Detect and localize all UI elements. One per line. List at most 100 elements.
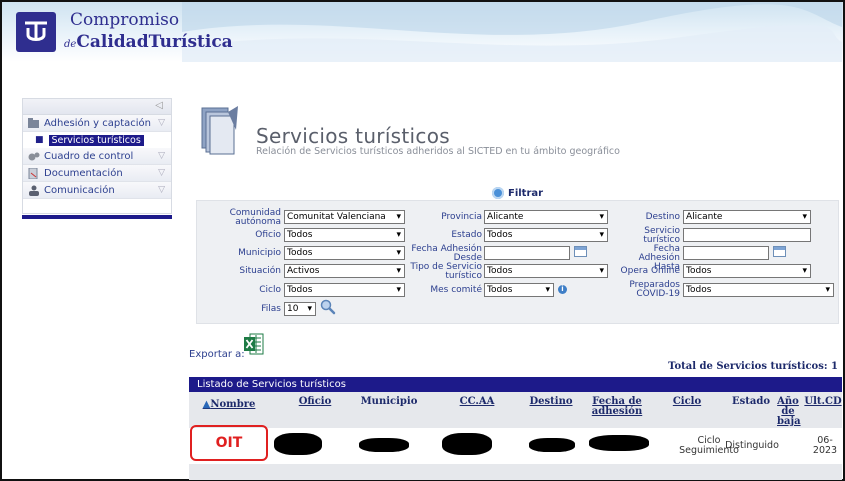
chevron-down-icon: ▾ <box>396 266 401 276</box>
redacted-fecha <box>589 435 649 451</box>
chevron-down-icon: ▽ <box>158 185 165 195</box>
redacted-municipio <box>359 438 409 452</box>
situacion-label: Situación <box>239 266 281 276</box>
servicio-turistico-label: Servicio turístico <box>643 226 680 245</box>
calendar-icon[interactable] <box>773 246 786 257</box>
cell-ult-cd: 06-2023 <box>812 435 838 456</box>
column-header-fecha-adhesion[interactable]: Fecha de adhesión <box>585 397 649 417</box>
folder-icon <box>28 117 39 128</box>
column-header-ccaa[interactable]: CC.AA <box>447 397 507 407</box>
chevron-down-icon: ▽ <box>158 168 165 178</box>
sidebar-bottom-bar <box>22 215 172 219</box>
cell-estado: Distinguido <box>725 440 779 451</box>
servicio-turistico-input[interactable] <box>683 228 811 242</box>
column-header-nombre[interactable]: ▲Nombre <box>199 400 259 410</box>
oficio-select[interactable]: Todos ▾ <box>284 228 405 242</box>
sidebar-item-adhesion[interactable]: Adhesión y captación ▽ <box>23 115 171 132</box>
mes-comite-label: Mes comité <box>430 285 482 295</box>
sidebar-item-servicios-turisticos[interactable]: ■ Servicios turísticos <box>23 132 171 148</box>
destino-value: Alicante <box>686 212 723 222</box>
chevron-down-icon: ▾ <box>545 285 550 295</box>
column-header-oficio[interactable]: Oficio <box>285 397 345 407</box>
covid-label: Preparados COVID-19 <box>629 280 680 299</box>
site-header: Compromiso deCalidadTurística <box>2 0 843 62</box>
services-table: Listado de Servicios turísticos ▲Nombre … <box>189 377 842 480</box>
provincia-value: Alicante <box>487 212 524 222</box>
destino-select[interactable]: Alicante ▾ <box>683 210 811 224</box>
situacion-value: Activos <box>287 266 320 276</box>
filter-toggle-button[interactable]: Filtrar <box>492 187 543 199</box>
mes-comite-select[interactable]: Todos ▾ <box>484 283 554 297</box>
oficio-label: Oficio <box>255 230 281 240</box>
filter-toggle-label: Filtrar <box>508 187 544 199</box>
chevron-down-icon: ▾ <box>599 230 604 240</box>
destino-label: Destino <box>645 212 680 222</box>
fecha-desde-label: Fecha Adhesión Desde <box>411 244 482 263</box>
chevron-down-icon: ▾ <box>396 285 401 295</box>
opera-online-select[interactable]: Todos ▾ <box>683 264 811 278</box>
municipio-select[interactable]: Todos ▾ <box>284 246 405 260</box>
chevron-down-icon: ▾ <box>599 212 604 222</box>
cell-nombre: OIT <box>215 435 243 451</box>
estado-label: Estado <box>451 230 482 240</box>
chevron-down-icon: ▾ <box>802 212 807 222</box>
comunidad-label: Comunidad autónoma <box>229 208 281 227</box>
estado-select[interactable]: Todos ▾ <box>484 228 608 242</box>
opera-online-value: Todos <box>686 266 712 276</box>
brand-main: CalidadTurística <box>76 32 233 52</box>
comunidad-value: Comunitat Valenciana <box>287 212 386 222</box>
brand-logo-icon[interactable] <box>16 12 56 52</box>
table-row-empty <box>189 464 842 480</box>
column-header-ultcd[interactable]: Ult.CD <box>803 397 843 407</box>
sidebar-item-label: Comunicación <box>44 184 115 196</box>
filas-select[interactable]: 10 ▾ <box>284 302 316 316</box>
document-icon <box>28 167 38 179</box>
column-header-destino[interactable]: Destino <box>521 397 581 407</box>
export-label: Exportar a: <box>189 349 245 360</box>
redacted-destino <box>529 438 575 452</box>
municipio-label: Municipio <box>238 248 281 258</box>
sidebar-menu: ◁ Adhesión y captación ▽ ■ Servicios tur… <box>22 98 172 219</box>
fecha-desde-input[interactable] <box>484 246 570 260</box>
page-subtitle: Relación de Servicios turísticos adherid… <box>256 146 620 157</box>
tipo-servicio-select[interactable]: Todos ▾ <box>484 264 608 278</box>
situacion-select[interactable]: Activos ▾ <box>284 264 405 278</box>
chevron-down-icon: ▾ <box>825 285 830 295</box>
chevron-down-icon: ▾ <box>599 266 604 276</box>
column-header-municipio: Municipio <box>360 396 418 407</box>
redacted-oficio <box>274 433 322 455</box>
redacted-ccaa <box>442 433 492 455</box>
chevron-down-icon: ▾ <box>396 248 401 258</box>
gear-icon <box>28 152 40 160</box>
table-header-row: ▲Nombre Oficio Municipio CC.AA Destino F… <box>189 392 842 428</box>
tipo-servicio-label: Tipo de Servicio turístico <box>410 262 482 281</box>
ciclo-select[interactable]: Todos ▾ <box>284 283 405 297</box>
provincia-select[interactable]: Alicante ▾ <box>484 210 608 224</box>
ciclo-value: Todos <box>287 285 313 295</box>
excel-export-icon[interactable] <box>244 333 264 355</box>
fecha-hasta-input[interactable] <box>683 246 769 260</box>
bullet-icon: ■ <box>35 135 44 145</box>
sidebar-item-comunicacion[interactable]: Comunicación ▽ <box>23 182 171 199</box>
search-icon[interactable] <box>320 299 336 315</box>
filter-circle-icon <box>492 187 504 199</box>
collapse-icon[interactable]: ◁ <box>155 100 163 111</box>
info-icon[interactable]: i <box>558 285 567 294</box>
provincia-label: Provincia <box>441 212 482 222</box>
brand-prefix: de <box>64 39 77 50</box>
sidebar-item-cuadro-control[interactable]: Cuadro de control ▽ <box>23 148 171 165</box>
opera-online-label: Opera Online <box>620 266 680 276</box>
covid-value: Todos <box>686 285 712 295</box>
sidebar-top-bar: ◁ <box>23 99 171 115</box>
comunidad-select[interactable]: Comunitat Valenciana ▾ <box>284 210 405 224</box>
highlighted-nombre-cell[interactable]: OIT <box>190 425 268 461</box>
calendar-icon[interactable] <box>574 246 587 257</box>
column-header-ciclo[interactable]: Ciclo <box>657 397 717 407</box>
sidebar-item-label: Servicios turísticos <box>48 134 144 146</box>
sidebar-item-documentacion[interactable]: Documentación ▽ <box>23 165 171 182</box>
sidebar-item-label: Documentación <box>44 167 123 179</box>
brand-name-line1: Compromiso <box>70 10 180 30</box>
filas-label: Filas <box>261 304 281 314</box>
column-header-anio-baja[interactable]: Año de baja <box>777 397 801 427</box>
covid-select[interactable]: Todos ▾ <box>683 283 834 297</box>
